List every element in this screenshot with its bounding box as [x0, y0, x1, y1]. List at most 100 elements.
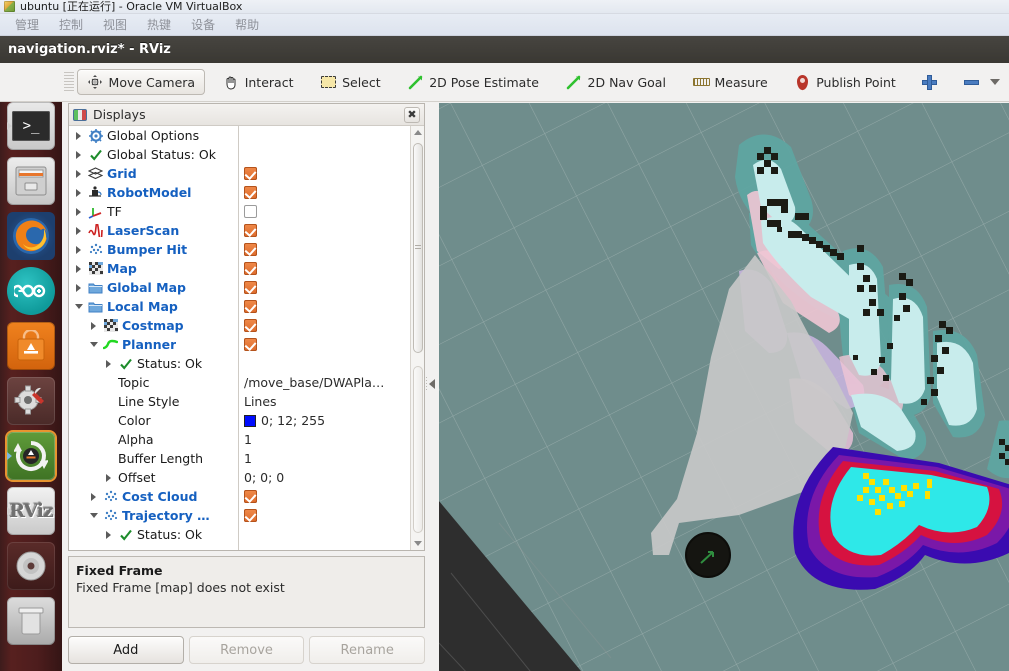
visibility-checkbox[interactable]	[244, 490, 257, 503]
expand-arrow-right-icon[interactable]	[103, 474, 114, 482]
tree-column-separator[interactable]	[238, 126, 239, 550]
tree-row[interactable]: Map	[69, 259, 410, 278]
toolbar-add-tool-button[interactable]	[913, 69, 946, 95]
displays-tree-scrollbar[interactable]	[410, 126, 424, 550]
tree-row-value[interactable]	[238, 319, 257, 332]
tree-row[interactable]: Trajectory …	[69, 506, 410, 525]
expand-arrow-down-icon[interactable]	[88, 513, 99, 518]
expand-arrow-right-icon[interactable]	[73, 132, 84, 140]
visibility-checkbox[interactable]	[244, 205, 257, 218]
tree-row[interactable]: TF	[69, 202, 410, 221]
expand-arrow-right-icon[interactable]	[73, 170, 84, 178]
tree-row[interactable]: Color 0; 12; 255	[69, 411, 410, 430]
tree-row-value[interactable]: 1	[238, 451, 252, 466]
expand-arrow-right-icon[interactable]	[88, 322, 99, 330]
tree-row-value[interactable]	[238, 186, 257, 199]
tree-row-value[interactable]	[238, 281, 257, 294]
launcher-item-disc[interactable]	[7, 542, 55, 590]
scroll-up-arrow-icon[interactable]	[411, 126, 424, 139]
tree-row-value[interactable]	[238, 262, 257, 275]
close-icon[interactable]: ✖	[404, 106, 420, 123]
expand-arrow-right-icon[interactable]	[103, 360, 114, 368]
expand-arrow-right-icon[interactable]	[73, 265, 84, 273]
visibility-checkbox[interactable]	[244, 167, 257, 180]
tree-row[interactable]: Planner	[69, 335, 410, 354]
tree-row[interactable]: LaserScan	[69, 221, 410, 240]
menu-item-hotkeys[interactable]: 热键	[138, 16, 180, 34]
rviz-3d-render-view[interactable]	[439, 103, 1009, 671]
tree-row[interactable]: Buffer Length 1	[69, 449, 410, 468]
expand-arrow-right-icon[interactable]	[73, 208, 84, 216]
expand-arrow-down-icon[interactable]	[73, 304, 84, 309]
expand-arrow-right-icon[interactable]	[73, 227, 84, 235]
expand-arrow-down-icon[interactable]	[88, 342, 99, 347]
tree-row[interactable]: Offset 0; 0; 0	[69, 468, 410, 487]
launcher-item-system-settings[interactable]	[7, 377, 55, 425]
tree-row-value[interactable]	[238, 167, 257, 180]
tool-measure[interactable]: Measure	[684, 69, 777, 95]
tree-row-value[interactable]	[238, 224, 257, 237]
tree-row-value[interactable]: Lines	[238, 394, 277, 409]
tree-row[interactable]: Alpha 1	[69, 430, 410, 449]
visibility-checkbox[interactable]	[244, 509, 257, 522]
chevron-down-icon[interactable]	[990, 79, 1000, 85]
tree-row-value[interactable]	[238, 338, 257, 351]
scroll-down-arrow-icon[interactable]	[411, 537, 424, 550]
launcher-item-arduino[interactable]	[7, 267, 55, 315]
visibility-checkbox[interactable]	[244, 243, 257, 256]
launcher-item-firefox[interactable]	[7, 212, 55, 260]
launcher-item-rviz[interactable]: RViz	[7, 487, 55, 535]
scrollbar-track-lower[interactable]	[413, 366, 423, 533]
tree-row[interactable]: Topic/move_base/DWAPla…	[69, 373, 410, 392]
expand-arrow-right-icon[interactable]	[73, 189, 84, 197]
tree-row-value[interactable]: 0; 12; 255	[238, 413, 325, 428]
tree-row[interactable]: Bumper Hit	[69, 240, 410, 259]
tool-move-camera[interactable]: Move Camera	[76, 69, 206, 95]
visibility-checkbox[interactable]	[244, 186, 257, 199]
displays-tree[interactable]: Global Options Global Status: Ok Grid Robot…	[69, 126, 410, 550]
launcher-item-ubuntu-software[interactable]	[7, 322, 55, 370]
splitter-collapse-arrow-icon[interactable]	[429, 378, 435, 389]
expand-arrow-right-icon[interactable]	[73, 246, 84, 254]
tree-row[interactable]: Status: Ok	[69, 525, 410, 544]
tool-interact[interactable]: Interact	[214, 69, 303, 95]
scrollbar-thumb[interactable]	[413, 143, 423, 353]
expand-arrow-right-icon[interactable]	[73, 151, 84, 159]
tool-publish-point[interactable]: Publish Point	[785, 69, 905, 95]
tree-row-value[interactable]	[238, 205, 257, 218]
panel-splitter[interactable]	[426, 103, 435, 664]
visibility-checkbox[interactable]	[244, 319, 257, 332]
tree-row-value[interactable]	[238, 509, 257, 522]
visibility-checkbox[interactable]	[244, 281, 257, 294]
tree-row-value[interactable]: 0; 0; 0	[238, 470, 284, 485]
tree-row[interactable]: Global Status: Ok	[69, 145, 410, 164]
visibility-checkbox[interactable]	[244, 262, 257, 275]
tool-2d-pose-estimate[interactable]: 2D Pose Estimate	[398, 69, 548, 95]
menu-item-view[interactable]: 视图	[94, 16, 136, 34]
remove-button[interactable]: Remove	[188, 636, 305, 664]
tool-select[interactable]: Select	[311, 69, 390, 95]
tree-row[interactable]: Global Options	[69, 126, 410, 145]
rename-button[interactable]: Rename	[309, 636, 426, 664]
tool-2d-nav-goal[interactable]: 2D Nav Goal	[557, 69, 675, 95]
tree-row-value[interactable]	[238, 300, 257, 313]
menu-item-help[interactable]: 帮助	[226, 16, 268, 34]
tree-row[interactable]: Cost Cloud	[69, 487, 410, 506]
tree-row-value[interactable]	[238, 243, 257, 256]
launcher-item-files[interactable]	[7, 157, 55, 205]
menu-item-manage[interactable]: 管理	[6, 16, 48, 34]
visibility-checkbox[interactable]	[244, 224, 257, 237]
tree-row-value[interactable]	[238, 490, 257, 503]
tree-row[interactable]: Costmap	[69, 316, 410, 335]
visibility-checkbox[interactable]	[244, 300, 257, 313]
menu-item-control[interactable]: 控制	[50, 16, 92, 34]
tree-row[interactable]: Local Map	[69, 297, 410, 316]
launcher-item-trash[interactable]	[7, 597, 55, 645]
menu-item-devices[interactable]: 设备	[182, 16, 224, 34]
expand-arrow-right-icon[interactable]	[103, 531, 114, 539]
toolbar-drag-handle[interactable]	[64, 72, 74, 92]
visibility-checkbox[interactable]	[244, 338, 257, 351]
tree-row[interactable]: Status: Ok	[69, 354, 410, 373]
expand-arrow-right-icon[interactable]	[88, 493, 99, 501]
launcher-item-terminal[interactable]: >_	[7, 102, 55, 150]
